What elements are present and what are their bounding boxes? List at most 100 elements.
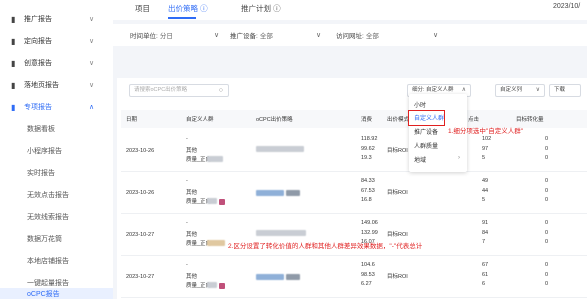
bar-chart-icon: ▮ (11, 14, 16, 24)
cell-bid-mode: 目标ROI (387, 190, 408, 196)
tab-bid-strategy[interactable]: 出价策略 ⓘ (168, 3, 208, 14)
cell-spend: 99.62 (361, 146, 375, 152)
redacted-block (256, 146, 304, 152)
cell-spend: 104.6 (361, 262, 375, 268)
device-label: 推广设备: (230, 33, 258, 40)
th-clicks[interactable]: 点击 (468, 115, 479, 123)
redacted-block (286, 274, 300, 280)
menu-item-audience-quality[interactable]: 人群质量 (414, 141, 438, 150)
cell-spend: 6.27 (361, 281, 372, 287)
cell-clicks: 67 (482, 262, 489, 268)
th-target-conv[interactable]: 目标转化量 (516, 115, 544, 123)
cell-clicks: 102 (482, 136, 492, 142)
sidebar-item-label: 专项报告 (24, 104, 52, 111)
cell-spend: 67.53 (361, 188, 375, 194)
cell-group: 其他 (186, 148, 198, 154)
download-button[interactable]: 下载 (549, 84, 581, 97)
sidebar-item-special-report[interactable]: ▮ 专项报告 ∧ (0, 96, 113, 118)
annotation-note-2: 2.区分设置了转化价值的人群和其他人群差异效果数据，"-"代表总计 (228, 243, 423, 250)
cell-conv: 0 (545, 239, 549, 245)
search-icon[interactable]: ○ (219, 85, 223, 96)
th-bid-mode[interactable]: 出价模式 (387, 115, 409, 123)
cell-conv: 0 (545, 281, 549, 287)
sidebar-item-landing-report[interactable]: ▮ 落地页报告 ∨ (0, 74, 113, 96)
cell-conv: 0 (545, 272, 549, 278)
time-unit-select[interactable]: 时间单位: 分日 ∨ (130, 29, 222, 41)
highlight-box (408, 110, 445, 126)
redacted-block (256, 190, 284, 196)
cell-clicks: 44 (482, 188, 489, 194)
active-tab-underline (168, 17, 196, 19)
sidebar-subitem-label: 数据万花筒 (27, 236, 62, 243)
menu-item-region[interactable]: 地域 (414, 155, 426, 164)
sidebar-subitem-label: 数据看板 (27, 126, 55, 133)
filter-bar: 时间单位: 分日 ∨ 推广设备: 全部 ∨ 访问网址: 全部 ∨ (113, 24, 587, 46)
sidebar-subitem-label: oCPC报告 (27, 290, 60, 298)
chevron-down-icon: ∨ (89, 38, 95, 45)
table-row: 2023-10-27 - 其他 质量_正向 104.6 98.53 6.27 目… (121, 256, 587, 298)
chevron-down-icon: ∨ (535, 87, 540, 93)
sidebar-item-promotion-report[interactable]: ▮ 推广报告 ∨ (0, 8, 113, 30)
sidebar-subitem[interactable]: 数据万花筒 (0, 228, 113, 250)
sidebar-subitem[interactable]: 无效点击报告 (0, 184, 113, 206)
device-select[interactable]: 推广设备: 全部 ∨ (230, 29, 326, 41)
sidebar-subitem[interactable]: 本地店铺报告 (0, 250, 113, 272)
search-placeholder: 请搜索oCPC出价策略 (134, 87, 188, 93)
sidebar-subitem-label: 一键起量报告 (27, 280, 69, 287)
time-unit-value: 分日 (159, 33, 173, 40)
custom-columns-button[interactable]: 自定义列 ∨ (495, 84, 545, 97)
creative-icon: ▮ (11, 58, 16, 68)
chevron-down-icon: ∨ (433, 32, 439, 39)
search-input[interactable]: 请搜索oCPC出价策略 ○ (129, 84, 229, 97)
cell-clicks: 6 (482, 281, 486, 287)
cell-group: - (186, 178, 188, 184)
cell-group: - (186, 136, 188, 142)
th-custom-group[interactable]: 自定义人群 (186, 115, 214, 123)
sidebar-subitem-label: 本地店铺报告 (27, 258, 69, 265)
sidebar-subitem-label: 无效线索报告 (27, 214, 69, 221)
menu-item-device[interactable]: 推广设备 (414, 127, 438, 136)
cell-clicks: 97 (482, 146, 489, 152)
download-label: 下载 (554, 87, 566, 93)
sidebar-subitem[interactable]: 数据看板 (0, 118, 113, 140)
redacted-block (219, 199, 225, 205)
visit-url-label: 访问网址: (336, 33, 364, 40)
cell-bid-mode: 目标ROI (387, 148, 408, 154)
cell-clicks: 7 (482, 239, 486, 245)
cell-spend: 84.33 (361, 178, 375, 184)
chevron-up-icon: ∧ (89, 104, 95, 111)
visit-url-select[interactable]: 访问网址: 全部 ∨ (336, 29, 444, 41)
tab-project[interactable]: 项目 (135, 3, 150, 14)
cell-date: 2023-10-27 (126, 232, 155, 238)
date-range[interactable]: 2023/10/ (553, 3, 580, 10)
cell-conv: 0 (545, 136, 549, 142)
cell-group: - (186, 220, 188, 226)
sidebar-item-creative-report[interactable]: ▮ 创意报告 ∨ (0, 52, 113, 74)
sidebar-subitem[interactable]: 无效线索报告 (0, 206, 113, 228)
th-spend[interactable]: 消费 (361, 115, 372, 123)
cell-conv: 0 (545, 178, 549, 184)
cell-date: 2023-10-27 (126, 274, 155, 280)
sidebar-subitem-label: 小程序报告 (27, 148, 62, 155)
sidebar-subitem[interactable]: 实时报告 (0, 162, 113, 184)
sidebar-item-label: 定向报告 (24, 38, 52, 45)
cell-spend: 16.8 (361, 197, 372, 203)
th-ocpc-strategy[interactable]: oCPC出价策略 (256, 115, 293, 123)
cell-clicks: 84 (482, 230, 489, 236)
sidebar-item-targeting-report[interactable]: ▮ 定向报告 ∨ (0, 30, 113, 52)
redacted-block (219, 283, 225, 289)
special-report-icon: ▮ (11, 102, 16, 112)
landing-page-icon: ▮ (11, 80, 16, 90)
tab-promotion-plan[interactable]: 推广计划 ⓘ (241, 3, 281, 14)
redacted-block (207, 198, 217, 204)
sidebar-subitem-ocpc-report[interactable]: oCPC报告 (0, 288, 113, 299)
cell-group: 其他 (186, 190, 198, 196)
chevron-down-icon: ∨ (214, 32, 220, 39)
cell-conv: 0 (545, 146, 549, 152)
menu-item-hour[interactable]: 小时 (414, 100, 426, 109)
th-date[interactable]: 日期 (126, 115, 137, 123)
redacted-block (207, 282, 217, 288)
sidebar-subitem[interactable]: 小程序报告 (0, 140, 113, 162)
chevron-down-icon: ∨ (89, 16, 95, 23)
cell-clicks: 5 (482, 155, 486, 161)
